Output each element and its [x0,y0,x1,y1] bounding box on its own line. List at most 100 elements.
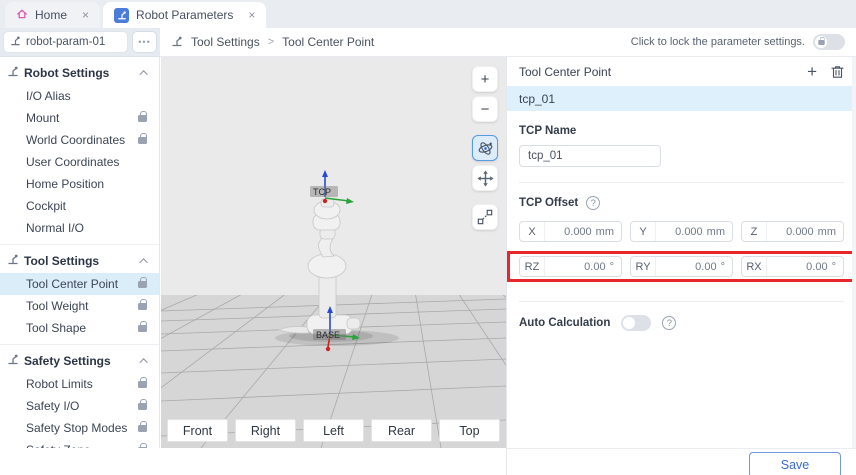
sidebar-item-user-coordinates[interactable]: User Coordinates [0,151,159,173]
base-label: BASE [316,330,340,340]
robot-parameters-app: Home × Robot Parameters × robot-param-01… [0,0,856,475]
plus-icon: + [807,62,817,82]
lock-icon [138,381,147,388]
robot-3d-viewport[interactable]: TCP BASE + − [161,57,506,448]
sidebar-item-tool-weight[interactable]: Tool Weight [0,295,159,317]
sub-bar: robot-param-01 ••• Tool Settings > Tool … [0,28,856,57]
item-label: Tool Center Point [26,277,118,291]
close-icon[interactable]: × [82,8,89,22]
tab-home[interactable]: Home × [5,2,100,28]
section-title: Safety Settings [24,354,137,368]
view-top-button[interactable]: Top [439,419,500,442]
sidebar-item-tool-center-point[interactable]: Tool Center Point [0,273,159,295]
breadcrumb-page: Tool Center Point [282,35,374,49]
view-left-button[interactable]: Left [303,419,364,442]
lock-settings-toggle[interactable] [813,34,845,50]
pan-button[interactable] [472,165,498,191]
measure-distance-button[interactable] [472,204,498,230]
measure-icon [477,209,493,225]
field-unit: ° [610,261,621,273]
view-right-button[interactable]: Right [235,419,296,442]
sidebar-item-cockpit[interactable]: Cockpit [0,195,159,217]
tcp-item-label: tcp_01 [519,92,555,106]
lock-icon [138,425,147,432]
tcp-offset-ry-field[interactable]: RY 0.00 ° [630,256,733,277]
lock-icon [138,115,147,122]
sidebar-item-safety-stop-modes[interactable]: Safety Stop Modes [0,417,159,439]
help-icon[interactable]: ? [662,316,676,330]
view-rear-button[interactable]: Rear [371,419,432,442]
field-label: X [520,222,545,241]
sidebar-section-robot-settings: Robot Settings I/O Alias Mount World Coo… [0,57,159,244]
tcp-offset-x-field[interactable]: X 0.000 mm [519,221,622,242]
sidebar: Robot Settings I/O Alias Mount World Coo… [0,57,160,475]
chevron-up-icon [139,258,147,266]
tcp-offset-xyz-row: X 0.000 mm Y 0.000 mm Z 0.000 mm [519,221,844,242]
field-unit: mm [707,226,732,238]
close-icon[interactable]: × [248,8,255,22]
sidebar-header-robot-settings[interactable]: Robot Settings [0,60,159,85]
item-label: Normal I/O [26,221,84,235]
viewport-controls: + − [472,66,498,230]
add-tcp-button[interactable]: + [807,62,817,82]
tcp-offset-rz-field[interactable]: RZ 0.00 ° [519,256,622,277]
robot-icon [114,8,129,23]
param-toolbar: robot-param-01 ••• [0,28,160,57]
item-label: User Coordinates [26,155,119,169]
orbit-rotate-button[interactable] [472,135,498,161]
tab-robot-parameters[interactable]: Robot Parameters × [103,2,266,28]
zoom-in-button[interactable]: + [472,66,498,92]
sidebar-header-tool-settings[interactable]: Tool Settings [0,248,159,273]
pan-icon [477,170,494,187]
tcp-offset-z-field[interactable]: Z 0.000 mm [741,221,844,242]
sidebar-header-safety-settings[interactable]: Safety Settings [0,348,159,373]
tcp-offset-y-field[interactable]: Y 0.000 mm [630,221,733,242]
sidebar-item-mount[interactable]: Mount [0,107,159,129]
delete-tcp-button[interactable] [831,65,844,79]
breadcrumb-section[interactable]: Tool Settings [191,35,260,49]
field-label: RX [742,257,767,276]
footer-bar: Save [0,448,856,475]
tcp-list-item-selected[interactable]: tcp_01 [507,86,856,111]
item-label: I/O Alias [26,89,71,103]
panel-scrollbar[interactable] [852,57,856,448]
sidebar-item-home-position[interactable]: Home Position [0,173,159,195]
robot-icon [7,253,19,268]
item-label: World Coordinates [26,133,125,147]
lock-icon [138,325,147,332]
sidebar-item-robot-limits[interactable]: Robot Limits [0,373,159,395]
save-button[interactable]: Save [749,452,841,475]
more-options-button[interactable]: ••• [132,31,157,53]
home-icon [16,8,28,23]
item-label: Cockpit [26,199,66,213]
sidebar-item-io-alias[interactable]: I/O Alias [0,85,159,107]
help-icon[interactable]: ? [586,196,600,210]
item-label: Mount [26,111,59,125]
field-value: 0.000 [656,226,707,238]
item-label: Robot Limits [26,377,93,391]
field-unit: ° [721,261,732,273]
view-front-button[interactable]: Front [167,419,228,442]
param-name-input[interactable]: robot-param-01 [3,31,128,53]
breadcrumb-separator: > [268,36,274,48]
sidebar-section-tool-settings: Tool Settings Tool Center Point Tool Wei… [0,244,159,344]
robot-icon [171,35,183,50]
tab-label: Robot Parameters [136,8,233,22]
tab-label: Home [35,8,67,22]
tcp-offset-rx-field[interactable]: RX 0.00 ° [741,256,844,277]
tcp-name-input[interactable] [519,145,661,167]
chevron-up-icon [139,70,147,78]
sidebar-item-tool-shape[interactable]: Tool Shape [0,317,159,339]
lock-settings-text: Click to lock the parameter settings. [631,36,805,48]
breadcrumb-bar: Tool Settings > Tool Center Point Click … [160,28,856,57]
section-title: Tool Settings [24,254,137,268]
sidebar-item-world-coordinates[interactable]: World Coordinates [0,129,159,151]
robot-3d-scene: TCP BASE [161,57,506,448]
field-value: 0.000 [545,226,596,238]
sidebar-item-normal-io[interactable]: Normal I/O [0,217,159,239]
zoom-out-button[interactable]: − [472,96,498,122]
item-label: Tool Shape [26,321,86,335]
auto-calculation-toggle[interactable] [621,315,651,331]
field-label: RZ [520,257,545,276]
sidebar-item-safety-io[interactable]: Safety I/O [0,395,159,417]
